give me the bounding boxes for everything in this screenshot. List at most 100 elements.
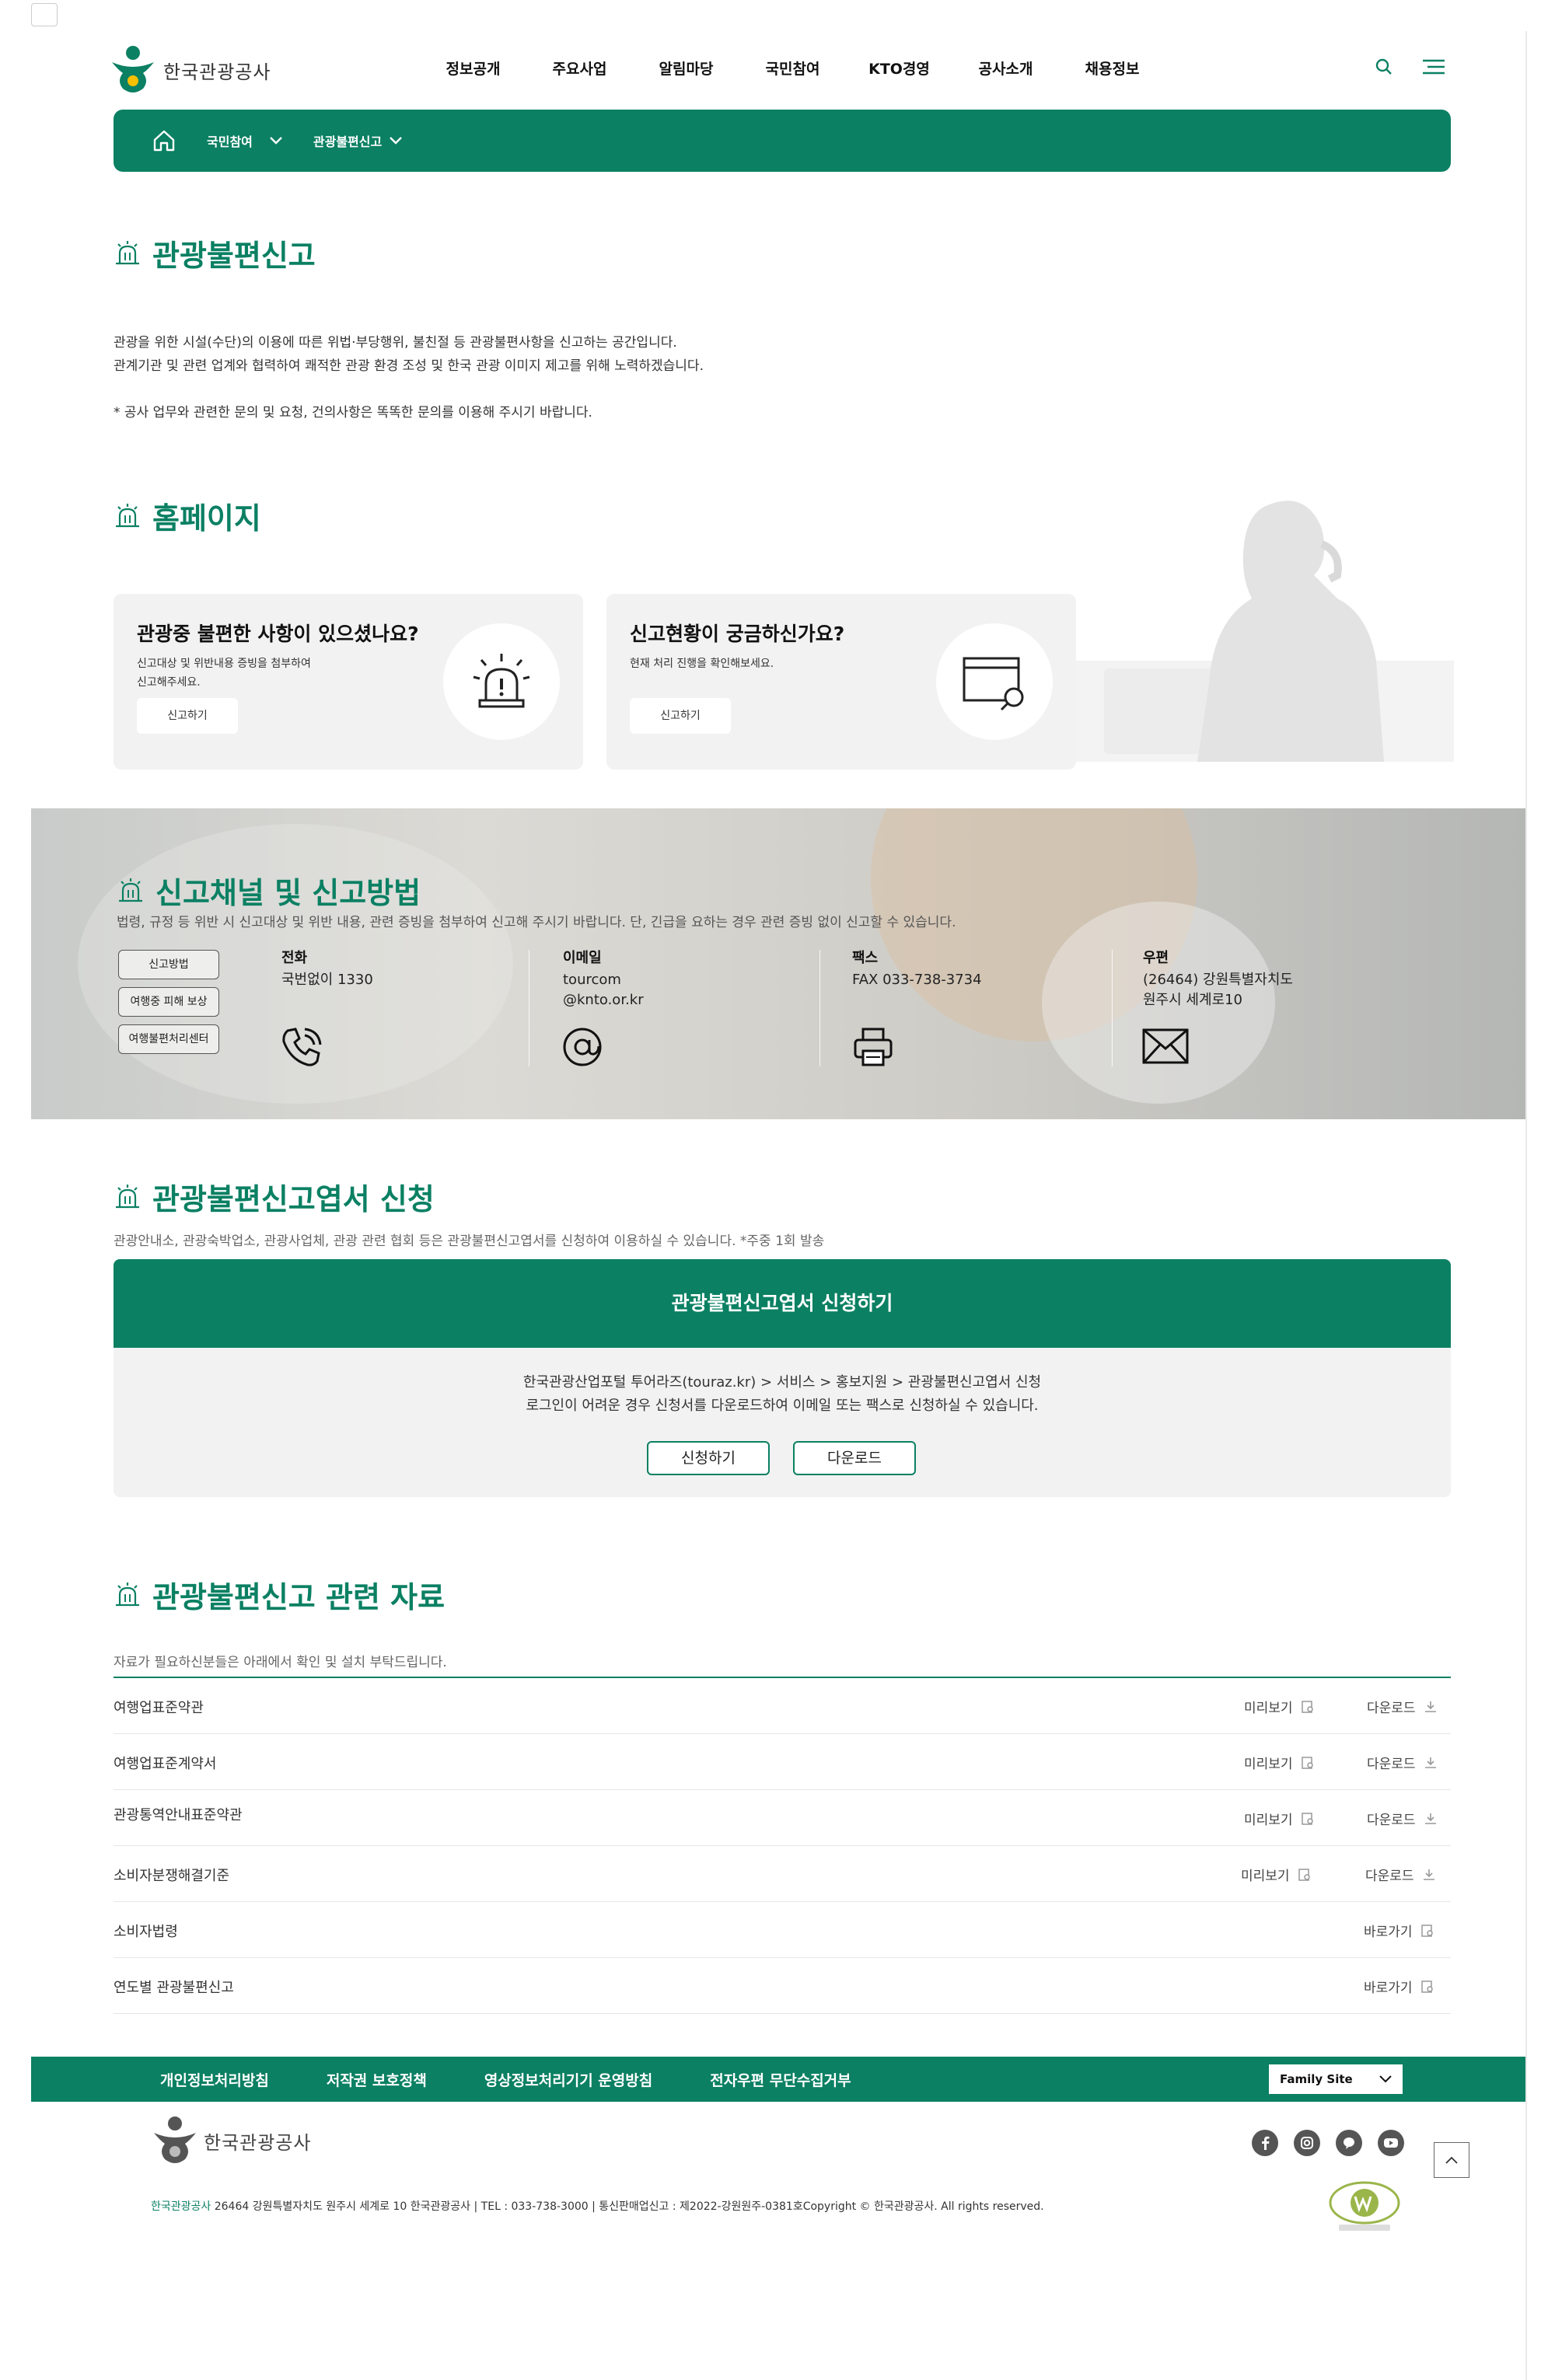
channel-fax: 팩스 FAX 033-738-3734 <box>852 947 982 990</box>
nav-item-info[interactable]: 정보공개 <box>420 58 526 79</box>
preview-icon <box>1301 1700 1313 1713</box>
header-tools <box>1375 58 1445 76</box>
tab-complaint-center[interactable]: 여행불편처리센터 <box>118 1024 219 1054</box>
report-card: 관광중 불편한 사항이 있으셨나요? 신고대상 및 위반내용 증빙을 첨부하여 … <box>114 594 583 769</box>
facebook-icon[interactable] <box>1252 2130 1278 2156</box>
list-item: 연도별 관광불편신고 바로가기 <box>114 1958 1451 2014</box>
siren-icon <box>116 240 139 264</box>
nav-item-participation[interactable]: 국민참여 <box>739 58 846 79</box>
nav-item-about[interactable]: 공사소개 <box>952 58 1059 79</box>
envelope-icon <box>1142 1028 1189 1064</box>
corner-checkbox <box>31 3 58 26</box>
search-icon[interactable] <box>1375 58 1393 76</box>
intro-note: * 공사 업무와 관련한 문의 및 요청, 건의사항은 똑똑한 문의를 이용해 … <box>114 405 592 421</box>
logo-icon <box>112 46 154 92</box>
resource-name: 소비자분쟁해결기준 <box>114 1868 230 1884</box>
nav-item-recruit[interactable]: 채용정보 <box>1059 58 1165 79</box>
footer-logo-text: 한국관광공사 <box>204 2131 312 2154</box>
chevron-down-icon <box>390 137 403 145</box>
siren-icon <box>116 1582 139 1606</box>
goto-link[interactable]: 바로가기 <box>1364 1977 1434 1996</box>
breadcrumb-level2[interactable]: 관광불편신고 <box>313 131 403 150</box>
intro-line1: 관광을 위한 시설(수단)의 이용에 따른 위법·부당행위, 불친절 등 관광불… <box>114 335 677 351</box>
nav-item-notice[interactable]: 알림마당 <box>633 58 739 79</box>
chevron-down-icon <box>1379 2075 1392 2083</box>
home-icon <box>153 130 175 152</box>
apply-box-text: 한국관광산업포털 투어라즈(touraz.kr) > 서비스 > 홍보지원 > … <box>114 1371 1451 1418</box>
logo-icon <box>154 2117 196 2163</box>
breadcrumb-level2-label: 관광불편신고 <box>313 134 383 149</box>
intro-line2: 관계기관 및 관련 업계와 협력하여 쾌적한 관광 환경 조성 및 한국 관광 … <box>114 358 704 374</box>
window-search-icon <box>963 657 1024 711</box>
tab-travel-compensation[interactable]: 여행중 피해 보상 <box>118 987 219 1017</box>
apply-button[interactable]: 신청하기 <box>647 1441 770 1475</box>
breadcrumb-level1[interactable]: 국민참여 <box>207 131 282 150</box>
preview-label: 미리보기 <box>1244 1701 1293 1716</box>
footer-org-name: 한국관광공사 <box>151 2200 211 2213</box>
nav-item-management[interactable]: KTO경영 <box>846 58 952 79</box>
preview-link[interactable]: 미리보기 <box>1244 1753 1315 1772</box>
preview-link[interactable]: 미리보기 <box>1244 1697 1315 1716</box>
goto-link[interactable]: 바로가기 <box>1364 1921 1434 1940</box>
list-item: 관광통역안내표준약관 미리보기 다운로드 <box>114 1790 1451 1846</box>
download-form-button[interactable]: 다운로드 <box>793 1441 916 1475</box>
resource-name: 소비자법령 <box>114 1924 178 1940</box>
social-links <box>1252 2130 1404 2156</box>
scroll-top-button[interactable] <box>1434 2142 1469 2178</box>
download-link[interactable]: 다운로드 <box>1367 1697 1438 1716</box>
goto-label: 바로가기 <box>1364 1925 1413 1940</box>
external-link-icon <box>1420 1980 1433 1993</box>
preview-icon <box>1301 1812 1313 1825</box>
breadcrumb-level1-label: 국민참여 <box>207 134 253 149</box>
channels-title: 신고채널 및 신고방법 <box>117 869 421 912</box>
download-label: 다운로드 <box>1367 1813 1416 1828</box>
footer-link-privacy[interactable]: 개인정보처리방침 <box>160 2069 269 2090</box>
channels-desc: 법령, 규정 등 위반 시 신고대상 및 위반 내용, 관련 증빙을 첨부하여 … <box>117 915 956 930</box>
nav-item-business[interactable]: 주요사업 <box>526 58 633 79</box>
footer-link-email-refusal[interactable]: 전자우편 무단수집거부 <box>710 2069 851 2090</box>
footer-link-copyright[interactable]: 저작권 보호정책 <box>327 2069 427 2090</box>
preview-link[interactable]: 미리보기 <box>1244 1809 1315 1828</box>
siren-icon <box>116 1184 139 1208</box>
resource-name: 여행업표준약관 <box>114 1700 204 1716</box>
download-icon <box>1424 1757 1436 1768</box>
tab-report-method[interactable]: 신고방법 <box>118 950 219 979</box>
apply-title: 관광불편신고엽서 신청 <box>114 1175 435 1218</box>
apply-box-body: 한국관광산업포털 투어라즈(touraz.kr) > 서비스 > 홍보지원 > … <box>114 1348 1451 1497</box>
preview-label: 미리보기 <box>1244 1813 1293 1828</box>
family-site-select[interactable]: Family Site <box>1269 2064 1403 2094</box>
preview-link[interactable]: 미리보기 <box>1241 1865 1312 1884</box>
download-label: 다운로드 <box>1367 1701 1416 1716</box>
resources-title: 관광불편신고 관련 자료 <box>114 1573 445 1616</box>
footer-link-cctv[interactable]: 영상정보처리기기 운영방침 <box>484 2069 652 2090</box>
download-link[interactable]: 다운로드 <box>1365 1865 1436 1884</box>
youtube-icon[interactable] <box>1378 2130 1404 2156</box>
external-link-icon <box>1420 1924 1433 1937</box>
alarm-siren-icon <box>473 654 530 708</box>
list-item: 여행업표준약관 미리보기 다운로드 <box>114 1678 1451 1734</box>
preview-icon <box>1298 1868 1310 1881</box>
report-card-desc-line2: 신고해주세요. <box>137 676 201 689</box>
preview-label: 미리보기 <box>1241 1869 1290 1884</box>
page-title: 관광불편신고 <box>114 232 316 274</box>
site-logo[interactable]: 한국관광공사 <box>109 45 271 95</box>
channel-post-line1: (26464) 강원특별자치도 <box>1143 972 1293 988</box>
siren-icon <box>116 503 139 527</box>
breadcrumb: 국민참여 관광불편신고 <box>114 110 1451 172</box>
report-card-desc-line1: 신고대상 및 위반내용 증빙을 첨부하여 <box>137 658 311 670</box>
logo-text: 한국관광공사 <box>163 61 271 83</box>
status-button[interactable]: 신고하기 <box>630 698 731 734</box>
breadcrumb-home[interactable] <box>152 129 176 152</box>
channel-phone: 전화 국번없이 1330 <box>281 947 373 990</box>
instagram-icon[interactable] <box>1294 2130 1320 2156</box>
download-link[interactable]: 다운로드 <box>1367 1809 1438 1828</box>
channel-email: 이메일 tourcom @knto.or.kr <box>563 947 644 1010</box>
page-title-text: 관광불편신고 <box>152 239 316 273</box>
download-link[interactable]: 다운로드 <box>1367 1753 1438 1772</box>
resources-title-text: 관광불편신고 관련 자료 <box>152 1580 446 1614</box>
blog-icon[interactable] <box>1336 2130 1362 2156</box>
call-center-silhouette-image <box>1073 501 1454 762</box>
menu-icon[interactable] <box>1423 58 1445 75</box>
report-button[interactable]: 신고하기 <box>137 698 238 734</box>
homepage-title: 홈페이지 <box>114 494 261 537</box>
